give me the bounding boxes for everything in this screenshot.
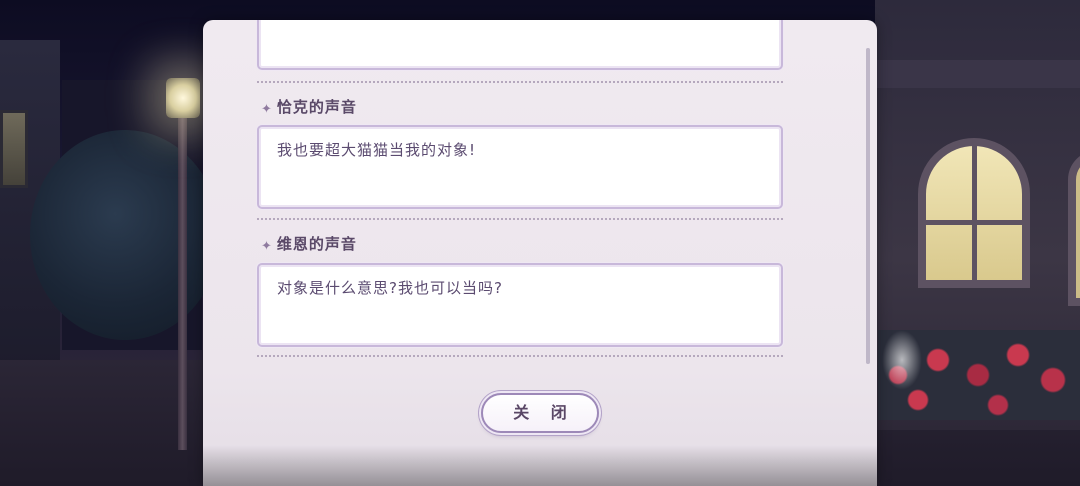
sparkle-icon: ✦ — [261, 239, 273, 254]
dialogue-log-panel: 𝒩𝒾𝑔𝒽𝓉𝒾𝓃𝑔𝒶𝓁𝑒 ✦恰克的声音 我也要超大猫猫当我的对象! ✦维恩的声音 … — [203, 20, 877, 486]
divider — [257, 218, 783, 220]
dialogue-scroll-area[interactable]: ✦ 恰克的声音 我也要超大猫猫当我的对象! ✦ 维恩的声音 对象是什么意思?我也可以… — [203, 20, 877, 380]
building-cornice — [875, 60, 1080, 88]
building-window — [0, 110, 28, 188]
scrollbar-thumb[interactable] — [866, 48, 870, 364]
arched-window-partial — [1068, 150, 1080, 306]
bottom-shade — [203, 445, 877, 486]
dialogue-text-box — [257, 20, 783, 70]
dialogue-text: 对象是什么意思?我也可以当吗? — [277, 279, 503, 297]
arched-window — [918, 138, 1030, 288]
tree — [30, 130, 220, 340]
sparkle-icon: ✦ — [261, 102, 273, 117]
speaker-label: 维恩的声音 — [276, 235, 357, 253]
speaker-name: ✦ 维恩的声音 — [261, 233, 357, 254]
speaker-label: 恰克的声音 — [276, 98, 357, 116]
light-glow — [882, 330, 922, 390]
street-lamp-post — [178, 110, 187, 450]
dialogue-text-box: 我也要超大猫猫当我的对象! — [257, 125, 783, 209]
speaker-name: ✦ 恰克的声音 — [261, 96, 357, 117]
scrollbar[interactable] — [866, 48, 870, 364]
dialogue-text-box: 对象是什么意思?我也可以当吗? — [257, 263, 783, 347]
divider — [257, 81, 783, 83]
close-button[interactable]: 关 闭 — [481, 393, 599, 433]
divider — [257, 355, 783, 357]
street-lamp-light — [166, 78, 200, 118]
dialogue-text: 我也要超大猫猫当我的对象! — [277, 141, 477, 159]
